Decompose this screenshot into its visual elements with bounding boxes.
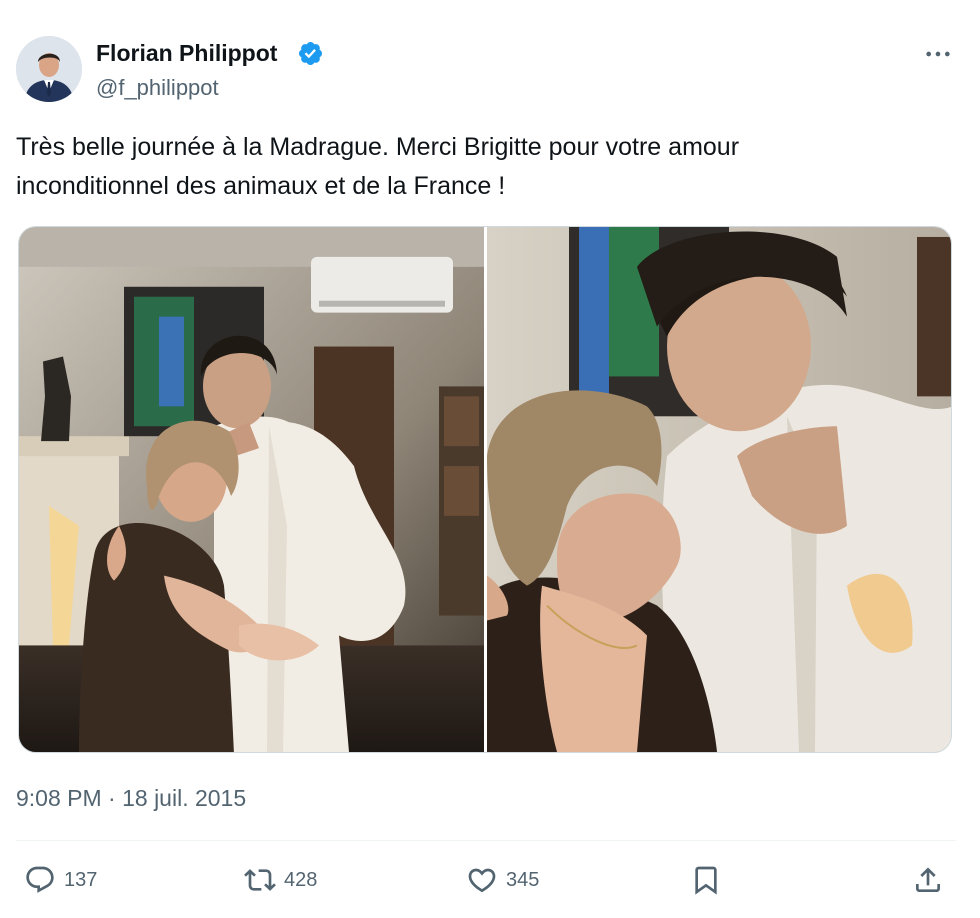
tweet-photo-2[interactable] <box>487 227 951 752</box>
reply-count: 137 <box>64 869 98 891</box>
author-name[interactable]: Florian Philippot <box>96 39 277 67</box>
tweet-text-line: Très belle journée à la Madrague. Merci … <box>16 133 740 161</box>
retweet-icon <box>244 869 276 891</box>
heart-icon <box>468 868 496 893</box>
divider <box>16 840 956 841</box>
bookmark-button[interactable] <box>690 862 722 898</box>
more-horizontal-icon <box>926 51 950 57</box>
reply-icon <box>26 866 54 893</box>
share-button[interactable] <box>912 862 944 898</box>
reply-button[interactable]: 137 <box>24 862 97 898</box>
verified-badge-icon <box>298 41 323 66</box>
like-button[interactable]: 345 <box>466 862 539 898</box>
tweet-photo-1[interactable] <box>19 227 484 752</box>
author-handle[interactable]: @f_philippot <box>96 74 219 102</box>
photo-image <box>19 227 484 752</box>
tweet-card: Florian Philippot @f_philippot Très bell… <box>0 0 980 918</box>
retweet-button[interactable]: 428 <box>244 862 317 898</box>
more-options-button[interactable] <box>920 40 956 68</box>
tweet-text: Très belle journée à la Madrague. Merci … <box>16 128 916 206</box>
author-avatar[interactable] <box>16 36 82 102</box>
share-icon <box>916 867 940 892</box>
photo-image <box>487 227 951 752</box>
bookmark-icon <box>695 866 717 895</box>
retweet-count: 428 <box>284 869 318 891</box>
tweet-media-grid <box>18 226 952 753</box>
like-count: 345 <box>506 869 540 891</box>
tweet-text-line: inconditionnel des animaux et de la Fran… <box>16 172 506 200</box>
tweet-timestamp[interactable]: 9:08 PM · 18 juil. 2015 <box>16 784 246 812</box>
avatar-image <box>16 36 82 102</box>
